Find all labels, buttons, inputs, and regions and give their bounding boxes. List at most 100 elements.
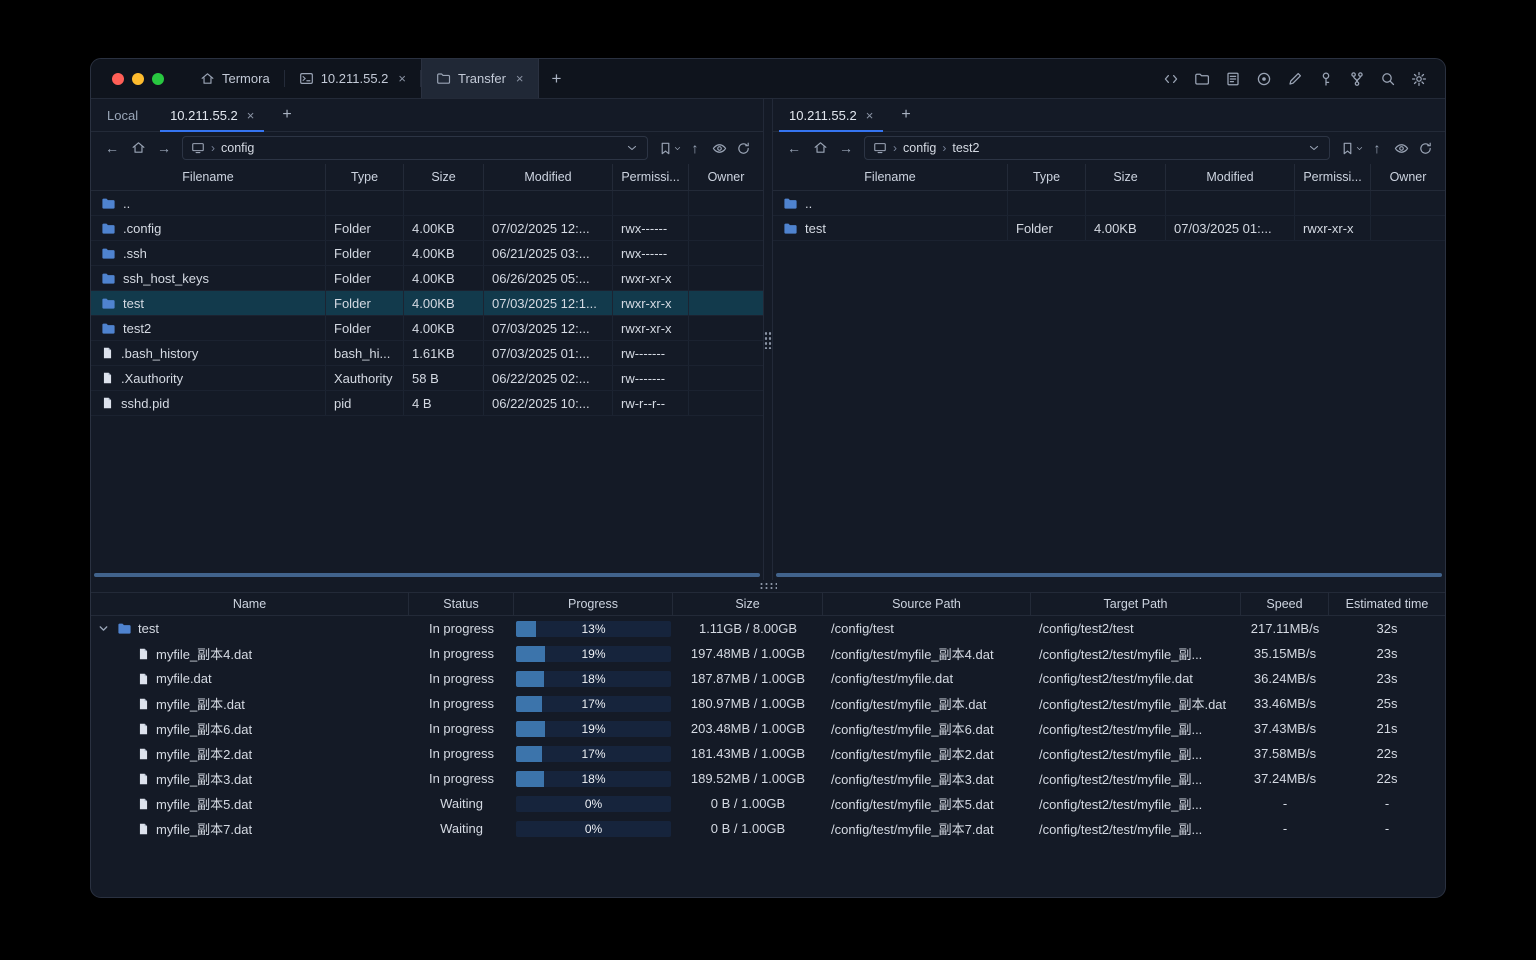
tab-transfer[interactable]: Transfer ×	[421, 59, 539, 98]
column-header[interactable]: Filename	[91, 164, 326, 190]
transfer-column-header[interactable]: Source Path	[823, 593, 1031, 615]
file-row[interactable]: ..	[773, 191, 1445, 216]
minimize-window-button[interactable]	[132, 72, 144, 85]
file-size	[404, 191, 484, 215]
path-bar[interactable]: › config	[182, 136, 648, 160]
transfer-column-header[interactable]: Target Path	[1031, 593, 1241, 615]
breadcrumb-segment[interactable]: test2	[952, 141, 979, 155]
file-row[interactable]: .ssh Folder 4.00KB 06/21/2025 03:... rwx----…	[91, 241, 763, 266]
chevron-down-icon[interactable]	[625, 141, 639, 155]
branch-icon[interactable]	[1348, 70, 1366, 88]
pane-tab-host[interactable]: 10.211.55.2 ×	[154, 99, 270, 132]
forward-button[interactable]: →	[834, 140, 858, 156]
clipboard-icon[interactable]	[1224, 70, 1242, 88]
file-type: bash_hi...	[326, 341, 404, 365]
file-permissions: rwxr-xr-x	[613, 266, 689, 290]
upload-button[interactable]: ↑	[1366, 140, 1388, 156]
refresh-icon[interactable]	[732, 141, 754, 156]
file-row[interactable]: .Xauthority Xauthority 58 B 06/22/2025 02:.…	[91, 366, 763, 391]
zoom-window-button[interactable]	[152, 72, 164, 85]
new-pane-tab-button[interactable]: +	[270, 99, 303, 131]
expand-chevron-icon[interactable]	[97, 622, 111, 635]
close-window-button[interactable]	[112, 72, 124, 85]
tab-termora[interactable]: Termora	[186, 59, 284, 98]
pane-tab-local[interactable]: Local	[91, 99, 154, 131]
transfer-column-header[interactable]: Progress	[514, 593, 673, 615]
bookmark-dropdown-icon[interactable]	[672, 144, 682, 153]
bookmark-dropdown-icon[interactable]	[1354, 144, 1364, 153]
transfer-row[interactable]: myfile.dat In progress 18% 187.87MB / 1.00G…	[91, 666, 1445, 691]
file-row[interactable]: .config Folder 4.00KB 07/02/2025 12:... rwx-…	[91, 216, 763, 241]
home-button[interactable]	[126, 140, 150, 156]
file-row[interactable]: sshd.pid pid 4 B 06/22/2025 10:... rw-r--r--	[91, 391, 763, 416]
file-modified: 06/21/2025 03:...	[484, 241, 613, 265]
record-icon[interactable]	[1255, 70, 1273, 88]
settings-icon[interactable]	[1410, 70, 1428, 88]
chevron-down-icon[interactable]	[1307, 141, 1321, 155]
column-header[interactable]: Modified	[484, 164, 613, 190]
column-header[interactable]: Type	[1008, 164, 1086, 190]
pencil-icon[interactable]	[1286, 70, 1304, 88]
transfer-table-header: Name Status Progress Size Source Path Target …	[91, 592, 1445, 616]
file-row[interactable]: ..	[91, 191, 763, 216]
pane-tab-close-icon[interactable]: ×	[866, 108, 874, 123]
new-pane-tab-button[interactable]: +	[889, 99, 922, 131]
transfer-name: myfile_副本4.dat	[156, 647, 253, 662]
path-bar[interactable]: › config › test2	[864, 136, 1330, 160]
column-header[interactable]: Permissi...	[1295, 164, 1371, 190]
show-hidden-eye-icon[interactable]	[1390, 141, 1412, 156]
column-header[interactable]: Filename	[773, 164, 1008, 190]
column-header[interactable]: Size	[1086, 164, 1166, 190]
file-row[interactable]: ssh_host_keys Folder 4.00KB 06/26/2025 05:.…	[91, 266, 763, 291]
transfer-row[interactable]: test In progress 13% 1.11GB / 8.00GB/config…	[91, 616, 1445, 641]
file-row[interactable]: test Folder 4.00KB 07/03/2025 12:1... rwxr-x…	[91, 291, 763, 316]
column-header[interactable]: Type	[326, 164, 404, 190]
code-icon[interactable]	[1162, 70, 1180, 88]
folder-icon[interactable]	[1193, 70, 1211, 88]
breadcrumb-segment[interactable]: config	[221, 141, 254, 155]
scrollbar-thumb[interactable]	[94, 573, 760, 577]
search-icon[interactable]	[1379, 70, 1397, 88]
tab-close-icon[interactable]: ×	[516, 71, 524, 86]
breadcrumb-segment[interactable]: config	[903, 141, 936, 155]
transfer-row[interactable]: myfile_副本4.dat In progress 19% 197.48MB / 1…	[91, 641, 1445, 666]
tab-close-icon[interactable]: ×	[398, 71, 406, 86]
file-row[interactable]: test2 Folder 4.00KB 07/03/2025 12:... rwxr-x…	[91, 316, 763, 341]
transfer-row[interactable]: myfile_副本7.dat Waiting 0% 0 B / 1.00GB/conf…	[91, 816, 1445, 841]
back-button[interactable]: ←	[100, 140, 124, 156]
vertical-splitter[interactable]	[763, 99, 773, 580]
file-row[interactable]: test Folder 4.00KB 07/03/2025 01:... rwxr-xr…	[773, 216, 1445, 241]
scrollbar-thumb[interactable]	[776, 573, 1442, 577]
transfer-row[interactable]: myfile_副本6.dat In progress 19% 203.48MB / 1…	[91, 716, 1445, 741]
new-tab-button[interactable]: +	[539, 59, 575, 98]
transfer-name-cell: test	[91, 616, 409, 641]
file-row[interactable]: .bash_history bash_hi... 1.61KB 07/03/2025 …	[91, 341, 763, 366]
transfer-column-header[interactable]: Name	[91, 593, 409, 615]
transfer-column-header[interactable]: Size	[673, 593, 823, 615]
column-header[interactable]: Permissi...	[613, 164, 689, 190]
transfer-row[interactable]: myfile_副本2.dat In progress 17% 181.43MB / 1…	[91, 741, 1445, 766]
transfer-column-header[interactable]: Speed	[1241, 593, 1329, 615]
transfer-row[interactable]: myfile_副本.dat In progress 17% 180.97MB / 1.…	[91, 691, 1445, 716]
transfer-speed: 217.11MB/s	[1250, 621, 1320, 636]
transfer-name: myfile_副本6.dat	[156, 722, 253, 737]
key-icon[interactable]	[1317, 70, 1335, 88]
column-header[interactable]: Size	[404, 164, 484, 190]
forward-button[interactable]: →	[152, 140, 176, 156]
transfer-row[interactable]: myfile_副本3.dat In progress 18% 189.52MB / 1…	[91, 766, 1445, 791]
transfer-column-header[interactable]: Status	[409, 593, 514, 615]
column-header[interactable]: Modified	[1166, 164, 1295, 190]
home-button[interactable]	[808, 140, 832, 156]
back-button[interactable]: ←	[782, 140, 806, 156]
transfer-row[interactable]: myfile_副本5.dat Waiting 0% 0 B / 1.00GB/conf…	[91, 791, 1445, 816]
horizontal-splitter[interactable]	[91, 580, 1445, 592]
pane-tab-host[interactable]: 10.211.55.2 ×	[773, 99, 889, 132]
show-hidden-eye-icon[interactable]	[708, 141, 730, 156]
pane-tab-close-icon[interactable]: ×	[247, 108, 255, 123]
column-header[interactable]: Owner	[689, 164, 763, 190]
transfer-column-header[interactable]: Estimated time	[1329, 593, 1445, 615]
upload-button[interactable]: ↑	[684, 140, 706, 156]
tab-host[interactable]: 10.211.55.2 ×	[285, 59, 420, 98]
refresh-icon[interactable]	[1414, 141, 1436, 156]
column-header[interactable]: Owner	[1371, 164, 1445, 190]
